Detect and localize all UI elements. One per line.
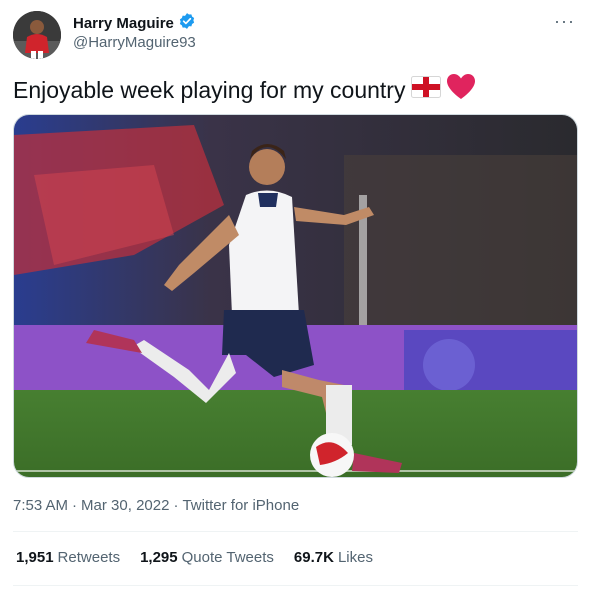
tweet-meta: 7:53 AM · Mar 30, 2022 · Twitter for iPhone bbox=[13, 497, 299, 514]
tweet-photo[interactable] bbox=[13, 114, 578, 478]
tweet-text-content: Enjoyable week playing for my country bbox=[13, 76, 406, 103]
avatar[interactable] bbox=[13, 11, 61, 59]
divider bbox=[13, 585, 578, 586]
retweets-count: 1,951 bbox=[16, 549, 54, 566]
meta-separator: · bbox=[173, 497, 179, 514]
tweet-stats: 1,951 Retweets 1,295 Quote Tweets 69.7K … bbox=[16, 549, 373, 566]
quote-tweets-stat[interactable]: 1,295 Quote Tweets bbox=[140, 549, 274, 566]
author-handle[interactable]: @HarryMaguire93 bbox=[73, 34, 196, 51]
verified-badge-icon bbox=[178, 12, 196, 35]
tweet-date[interactable]: Mar 30, 2022 bbox=[81, 497, 169, 514]
meta-separator: · bbox=[72, 497, 78, 514]
likes-label: Likes bbox=[337, 549, 373, 566]
more-options-button[interactable]: ··· bbox=[554, 12, 575, 30]
likes-count: 69.7K bbox=[293, 549, 334, 566]
tweet-source[interactable]: Twitter for iPhone bbox=[182, 497, 299, 514]
likes-stat[interactable]: 69.7K Likes bbox=[294, 549, 373, 566]
divider bbox=[13, 531, 578, 532]
author-name-row: Harry Maguire bbox=[73, 12, 196, 35]
quote-tweets-count: 1,295 bbox=[140, 549, 178, 566]
tweet-text: Enjoyable week playing for my country bbox=[13, 74, 476, 106]
tweet-time[interactable]: 7:53 AM bbox=[13, 497, 68, 514]
red-heart-icon bbox=[447, 74, 476, 106]
retweets-label: Retweets bbox=[57, 549, 121, 566]
author-name[interactable]: Harry Maguire bbox=[73, 15, 174, 32]
retweets-stat[interactable]: 1,951 Retweets bbox=[16, 549, 120, 566]
quote-tweets-label: Quote Tweets bbox=[181, 549, 274, 566]
england-flag-icon bbox=[411, 76, 442, 104]
